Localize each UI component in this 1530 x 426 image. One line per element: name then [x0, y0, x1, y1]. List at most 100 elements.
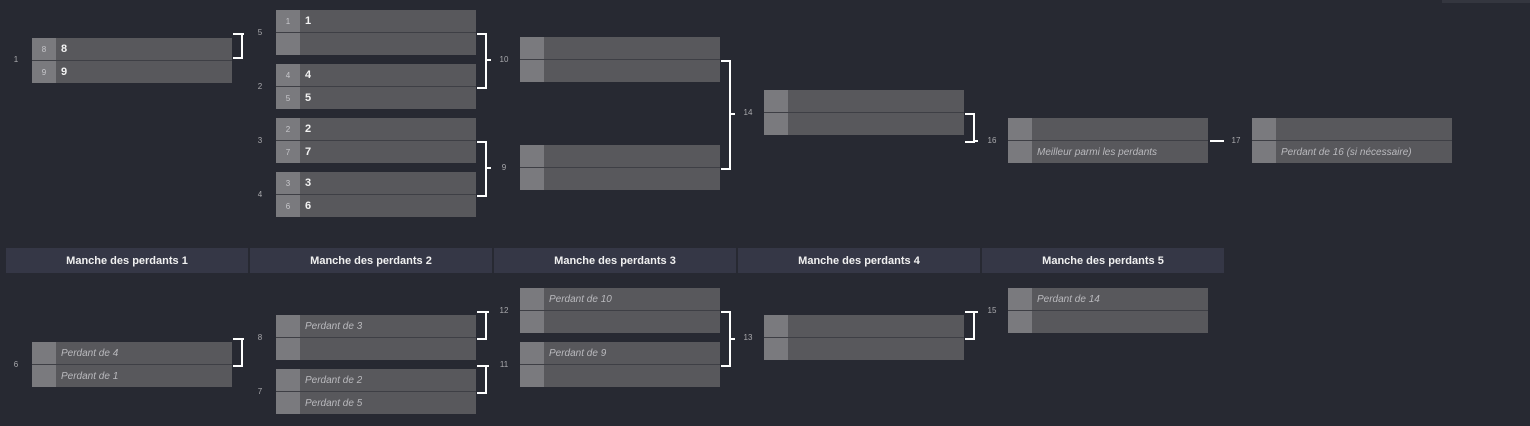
- match-slot-top[interactable]: 44: [276, 64, 476, 86]
- seed-badge: [520, 37, 544, 59]
- match-slot-bottom[interactable]: [1008, 311, 1208, 333]
- slot-divider: [276, 391, 476, 392]
- seed-badge: 1: [276, 10, 300, 32]
- match-number: 9: [501, 163, 507, 172]
- match-slot-top[interactable]: [1252, 118, 1452, 140]
- slot-divider: [1008, 310, 1208, 311]
- round-header-3: Manche des perdants 3: [494, 248, 736, 273]
- match-slot-bottom[interactable]: [764, 113, 964, 135]
- seed-badge: [520, 288, 544, 310]
- match-slot-top[interactable]: 22: [276, 118, 476, 140]
- bracket-connector: [477, 311, 487, 340]
- match-14[interactable]: [764, 90, 964, 136]
- bracket-connector: [233, 33, 243, 59]
- match-slot-top[interactable]: [520, 37, 720, 59]
- match-slot-top[interactable]: Perdant de 3: [276, 315, 476, 337]
- match-8[interactable]: Perdant de 3: [276, 315, 476, 361]
- match-13[interactable]: [764, 315, 964, 361]
- seed-badge: [1252, 118, 1276, 140]
- match-number: 17: [1231, 136, 1241, 145]
- seed-badge: [764, 315, 788, 337]
- match-slot-top[interactable]: Perdant de 4: [32, 342, 232, 364]
- match-number: 7: [257, 387, 263, 396]
- participant-name: 5: [305, 92, 312, 104]
- match-slot-bottom[interactable]: 55: [276, 87, 476, 109]
- bracket-connector: [973, 140, 978, 142]
- seed-badge: [276, 315, 300, 337]
- match-slot-top[interactable]: [520, 145, 720, 167]
- match-2[interactable]: 4455: [276, 64, 476, 110]
- match-7[interactable]: Perdant de 2 Perdant de 5: [276, 369, 476, 415]
- round-header-4: Manche des perdants 4: [738, 248, 980, 273]
- match-number: 6: [13, 360, 19, 369]
- match-slot-bottom[interactable]: Perdant de 16 (si nécessaire): [1252, 141, 1452, 163]
- match-slot-bottom[interactable]: [764, 338, 964, 360]
- match-slot-bottom[interactable]: [276, 338, 476, 360]
- seed-badge: [1008, 311, 1032, 333]
- horizontal-scrollbar[interactable]: [1442, 0, 1530, 3]
- match-5[interactable]: 11: [276, 10, 476, 56]
- match-slot-bottom[interactable]: Perdant de 1: [32, 365, 232, 387]
- slot-divider: [520, 364, 720, 365]
- match-15[interactable]: Perdant de 14: [1008, 288, 1208, 334]
- participant-name: Perdant de 10: [549, 293, 612, 305]
- bracket-connector: [973, 311, 978, 313]
- match-number: 2: [257, 82, 263, 91]
- seed-badge: [276, 338, 300, 360]
- match-slot-bottom[interactable]: 99: [32, 61, 232, 83]
- slot-divider: [764, 337, 964, 338]
- match-1[interactable]: 8899: [32, 38, 232, 84]
- seed-badge: 3: [276, 172, 300, 194]
- match-slot-top[interactable]: 11: [276, 10, 476, 32]
- bracket-connector: [1210, 140, 1224, 142]
- bracket-connector: [477, 33, 487, 89]
- match-6[interactable]: Perdant de 4 Perdant de 1: [32, 342, 232, 388]
- match-9[interactable]: [520, 145, 720, 191]
- participant-name: 4: [305, 69, 312, 81]
- participant-name: 9: [61, 66, 68, 78]
- match-17[interactable]: Perdant de 16 (si nécessaire): [1252, 118, 1452, 164]
- slot-divider: [1252, 140, 1452, 141]
- match-number: 5: [257, 28, 263, 37]
- seed-badge: [276, 392, 300, 414]
- match-4[interactable]: 3366: [276, 172, 476, 218]
- seed-badge: [520, 168, 544, 190]
- match-number: 12: [499, 306, 509, 315]
- match-slot-bottom[interactable]: 66: [276, 195, 476, 217]
- seed-badge: 9: [32, 61, 56, 83]
- match-slot-bottom[interactable]: Meilleur parmi les perdants: [1008, 141, 1208, 163]
- slot-divider: [276, 337, 476, 338]
- match-slot-top[interactable]: Perdant de 9: [520, 342, 720, 364]
- participant-name: Perdant de 3: [305, 320, 363, 332]
- participant-name: 2: [305, 123, 312, 135]
- match-slot-bottom[interactable]: [276, 33, 476, 55]
- seed-badge: 2: [276, 118, 300, 140]
- match-slot-top[interactable]: Perdant de 10: [520, 288, 720, 310]
- match-slot-top[interactable]: [764, 90, 964, 112]
- match-slot-top[interactable]: 33: [276, 172, 476, 194]
- match-number: 3: [257, 136, 263, 145]
- slot-divider: [764, 112, 964, 113]
- match-12[interactable]: Perdant de 10: [520, 288, 720, 334]
- match-slot-bottom[interactable]: [520, 311, 720, 333]
- bracket-connector: [965, 113, 975, 143]
- seed-badge: [520, 311, 544, 333]
- match-slot-top[interactable]: [764, 315, 964, 337]
- match-10[interactable]: [520, 37, 720, 83]
- match-3[interactable]: 2277: [276, 118, 476, 164]
- participant-name: Perdant de 5: [305, 397, 363, 409]
- match-16[interactable]: Meilleur parmi les perdants: [1008, 118, 1208, 164]
- match-slot-bottom[interactable]: [520, 60, 720, 82]
- match-slot-bottom[interactable]: Perdant de 5: [276, 392, 476, 414]
- match-slot-bottom[interactable]: 77: [276, 141, 476, 163]
- seed-badge: [1008, 141, 1032, 163]
- match-slot-bottom[interactable]: [520, 365, 720, 387]
- match-slot-top[interactable]: Perdant de 2: [276, 369, 476, 391]
- match-slot-top[interactable]: Perdant de 14: [1008, 288, 1208, 310]
- match-slot-bottom[interactable]: [520, 168, 720, 190]
- match-11[interactable]: Perdant de 9: [520, 342, 720, 388]
- bracket-connector: [233, 338, 243, 367]
- match-slot-top[interactable]: [1008, 118, 1208, 140]
- participant-name: Perdant de 2: [305, 374, 363, 386]
- match-slot-top[interactable]: 88: [32, 38, 232, 60]
